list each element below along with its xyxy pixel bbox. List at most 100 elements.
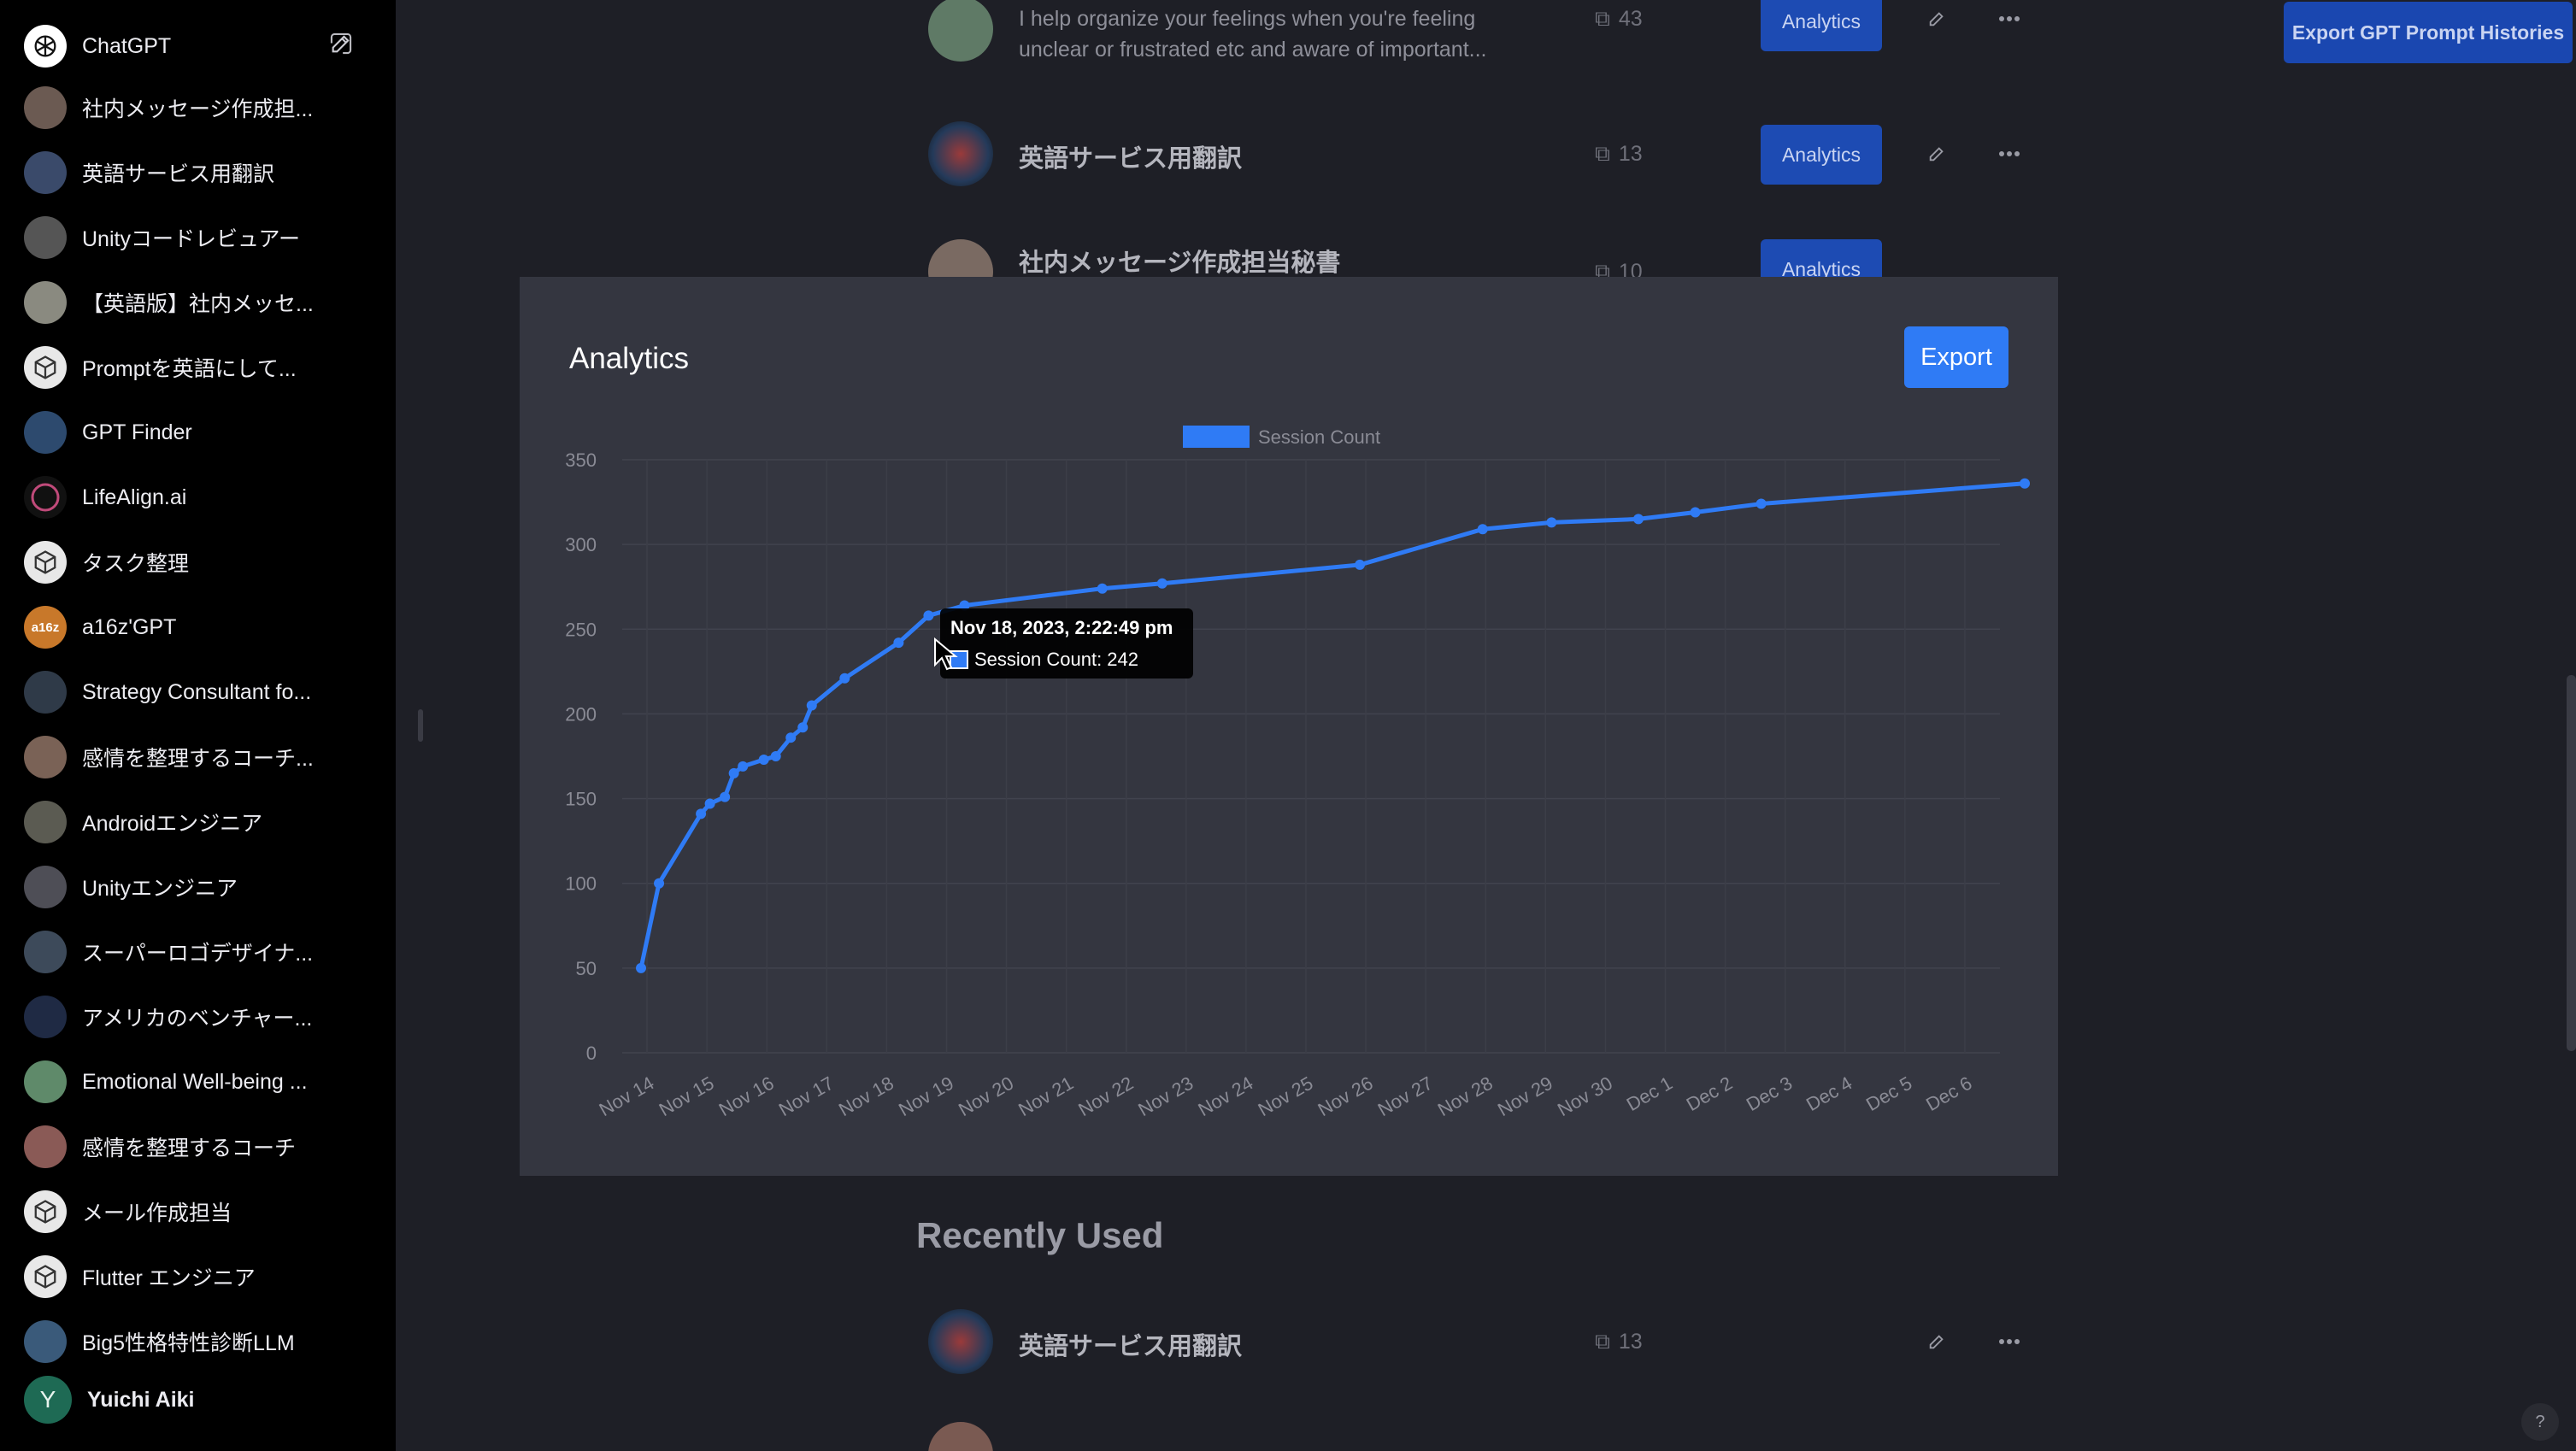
data-point	[1546, 517, 1557, 528]
x-tick-label: Nov 30	[1554, 1072, 1616, 1121]
data-point	[636, 962, 647, 973]
sidebar-item-label: タスク整理	[82, 552, 190, 576]
sidebar-item[interactable]: Emotional Well-being ...	[24, 1054, 366, 1109]
x-tick-label: Nov 24	[1195, 1072, 1257, 1121]
x-tick-label: Dec 4	[1803, 1072, 1856, 1115]
pencil-icon[interactable]	[1920, 137, 1954, 171]
sidebar-item-label: Unityエンジニア	[82, 877, 238, 901]
sidebar-item[interactable]: Strategy Consultant fo...	[24, 665, 366, 720]
gpt-list-row[interactable]: 英語サービス用翻訳 ⧉ 13 Analytics	[928, 121, 2031, 207]
sidebar-item[interactable]: a16z a16z'GPT	[24, 600, 366, 655]
new-chat-icon[interactable]	[329, 32, 353, 56]
sidebar-item-label: GPT Finder	[82, 420, 192, 444]
swirl-avatar-icon	[928, 121, 993, 186]
help-button[interactable]: ?	[2521, 1403, 2559, 1441]
gpt-list-row[interactable]: I help organize your feelings when you'r…	[928, 0, 2031, 82]
x-tick-label: Nov 26	[1314, 1072, 1377, 1121]
sidebar-item[interactable]: 英語サービス用翻訳	[24, 145, 366, 200]
more-icon[interactable]	[1988, 137, 2031, 171]
x-tick-label: Nov 29	[1494, 1072, 1556, 1121]
gpt-list-row[interactable]: 社内メッセージ作成担当秘書 ⧉ 10 Analytics	[928, 239, 2031, 277]
cube-icon	[24, 346, 67, 389]
row-title: 英語サービス用翻訳	[1019, 1333, 1243, 1360]
x-tick-label: Nov 23	[1134, 1072, 1197, 1121]
sidebar-item[interactable]: スーパーロゴデザイナ...	[24, 925, 366, 979]
data-point	[1355, 559, 1366, 570]
data-point	[654, 878, 665, 889]
wellbeing-avatar-icon	[24, 1060, 67, 1103]
row-count: ⧉ 13	[1595, 1330, 1643, 1354]
more-icon[interactable]	[1988, 1325, 2031, 1359]
y-tick-label: 200	[565, 703, 597, 725]
sidebar-item[interactable]: GPT Finder	[24, 405, 366, 460]
swirl-avatar-icon	[928, 1309, 993, 1374]
sidebar-collapse-handle[interactable]	[418, 709, 423, 742]
y-tick-label: 300	[565, 534, 597, 555]
sidebar-item[interactable]: Promptを英語にして...	[24, 340, 366, 395]
data-point	[839, 673, 850, 684]
analytics-button[interactable]: Analytics	[1761, 125, 1882, 185]
user-profile[interactable]: Y Yuichi Aiki	[24, 1372, 366, 1427]
sidebar-item[interactable]: タスク整理	[24, 535, 366, 590]
recent-list-row[interactable]: 英語サービス用翻訳 ⧉ 13	[928, 1309, 2031, 1395]
data-point	[797, 722, 809, 733]
x-tick-label: Nov 19	[895, 1072, 957, 1121]
more-icon[interactable]	[1988, 2, 2031, 36]
export-prompt-histories-button[interactable]: Export GPT Prompt Histories	[2284, 2, 2573, 63]
data-point	[738, 761, 749, 772]
sidebar-item[interactable]: 【英語版】社内メッセ...	[24, 275, 366, 330]
sidebar-item[interactable]: Unityコードレビュアー	[24, 210, 366, 265]
sidebar-item[interactable]: Unityエンジニア	[24, 860, 366, 914]
ring-avatar-icon	[24, 476, 67, 519]
logo-avatar-icon	[24, 931, 67, 973]
analytics-button[interactable]: Analytics	[1761, 239, 1882, 277]
row-count: ⧉ 43	[1595, 7, 1643, 32]
chat-count-icon: ⧉	[1595, 7, 1610, 31]
sidebar-item-label: Androidエンジニア	[82, 812, 263, 836]
y-tick-label: 0	[586, 1043, 597, 1064]
session-count-chart: 050100150200250300350Nov 14Nov 15Nov 16N…	[565, 426, 2031, 1121]
sidebar-item[interactable]: アメリカのベンチャー...	[24, 990, 366, 1044]
sidebar-item-label: a16z'GPT	[82, 614, 177, 639]
data-point	[1097, 583, 1108, 594]
x-tick-label: Nov 25	[1255, 1072, 1317, 1121]
analytics-modal: Analytics Export 0 50 100 150 200 250 300 350 No…	[520, 277, 2058, 1176]
sidebar-item[interactable]: LifeAlign.ai	[24, 470, 366, 525]
y-tick-label: 350	[565, 449, 597, 471]
sidebar-item[interactable]: ChatGPT	[24, 19, 366, 73]
unity-avatar-icon	[24, 216, 67, 259]
row-count: ⧉ 10	[1595, 260, 1643, 277]
sidebar-item[interactable]: 感情を整理するコーチ	[24, 1119, 366, 1174]
sidebar-item-label: メール作成担当	[82, 1201, 232, 1225]
person-avatar-icon	[928, 1422, 993, 1451]
sidebar-item-label: 英語サービス用翻訳	[82, 162, 275, 186]
chat-count-icon: ⧉	[1595, 260, 1610, 277]
row-count-value: 43	[1618, 7, 1643, 31]
sidebar-item[interactable]: Big5性格特性診断LLM	[24, 1314, 366, 1369]
sidebar: ChatGPT 社内メッセージ作成担... 英語サービス用翻訳 Unityコードレビュ…	[0, 0, 396, 1451]
sidebar-item-label: Strategy Consultant fo...	[82, 679, 312, 704]
sidebar-item[interactable]: Androidエンジニア	[24, 795, 366, 849]
sidebar-item[interactable]: 感情を整理するコーチ...	[24, 730, 366, 784]
scrollbar[interactable]	[2567, 675, 2576, 1051]
legend-label: Session Count	[1258, 426, 1380, 448]
row-count: ⧉ 13	[1595, 142, 1643, 167]
pencil-icon[interactable]	[1920, 1325, 1954, 1359]
analytics-button[interactable]: Analytics	[1761, 0, 1882, 51]
data-point	[785, 732, 797, 743]
data-point	[758, 754, 769, 765]
sidebar-item[interactable]: 社内メッセージ作成担...	[24, 80, 366, 135]
pencil-icon[interactable]	[1920, 2, 1954, 36]
sidebar-item[interactable]: Flutter エンジニア	[24, 1249, 366, 1304]
data-point	[1632, 514, 1644, 525]
sidebar-item-label: アメリカのベンチャー...	[82, 1007, 313, 1031]
a16z-logo-icon: a16z	[24, 606, 67, 649]
series-line	[638, 481, 2026, 969]
x-tick-label: Nov 21	[1015, 1072, 1077, 1121]
person-avatar-icon	[928, 239, 993, 277]
brain-avatar-icon	[24, 1320, 67, 1363]
cube-icon	[24, 1190, 67, 1233]
data-point	[770, 751, 781, 761]
sidebar-item[interactable]: メール作成担当	[24, 1184, 366, 1239]
cube-icon	[24, 1255, 67, 1298]
